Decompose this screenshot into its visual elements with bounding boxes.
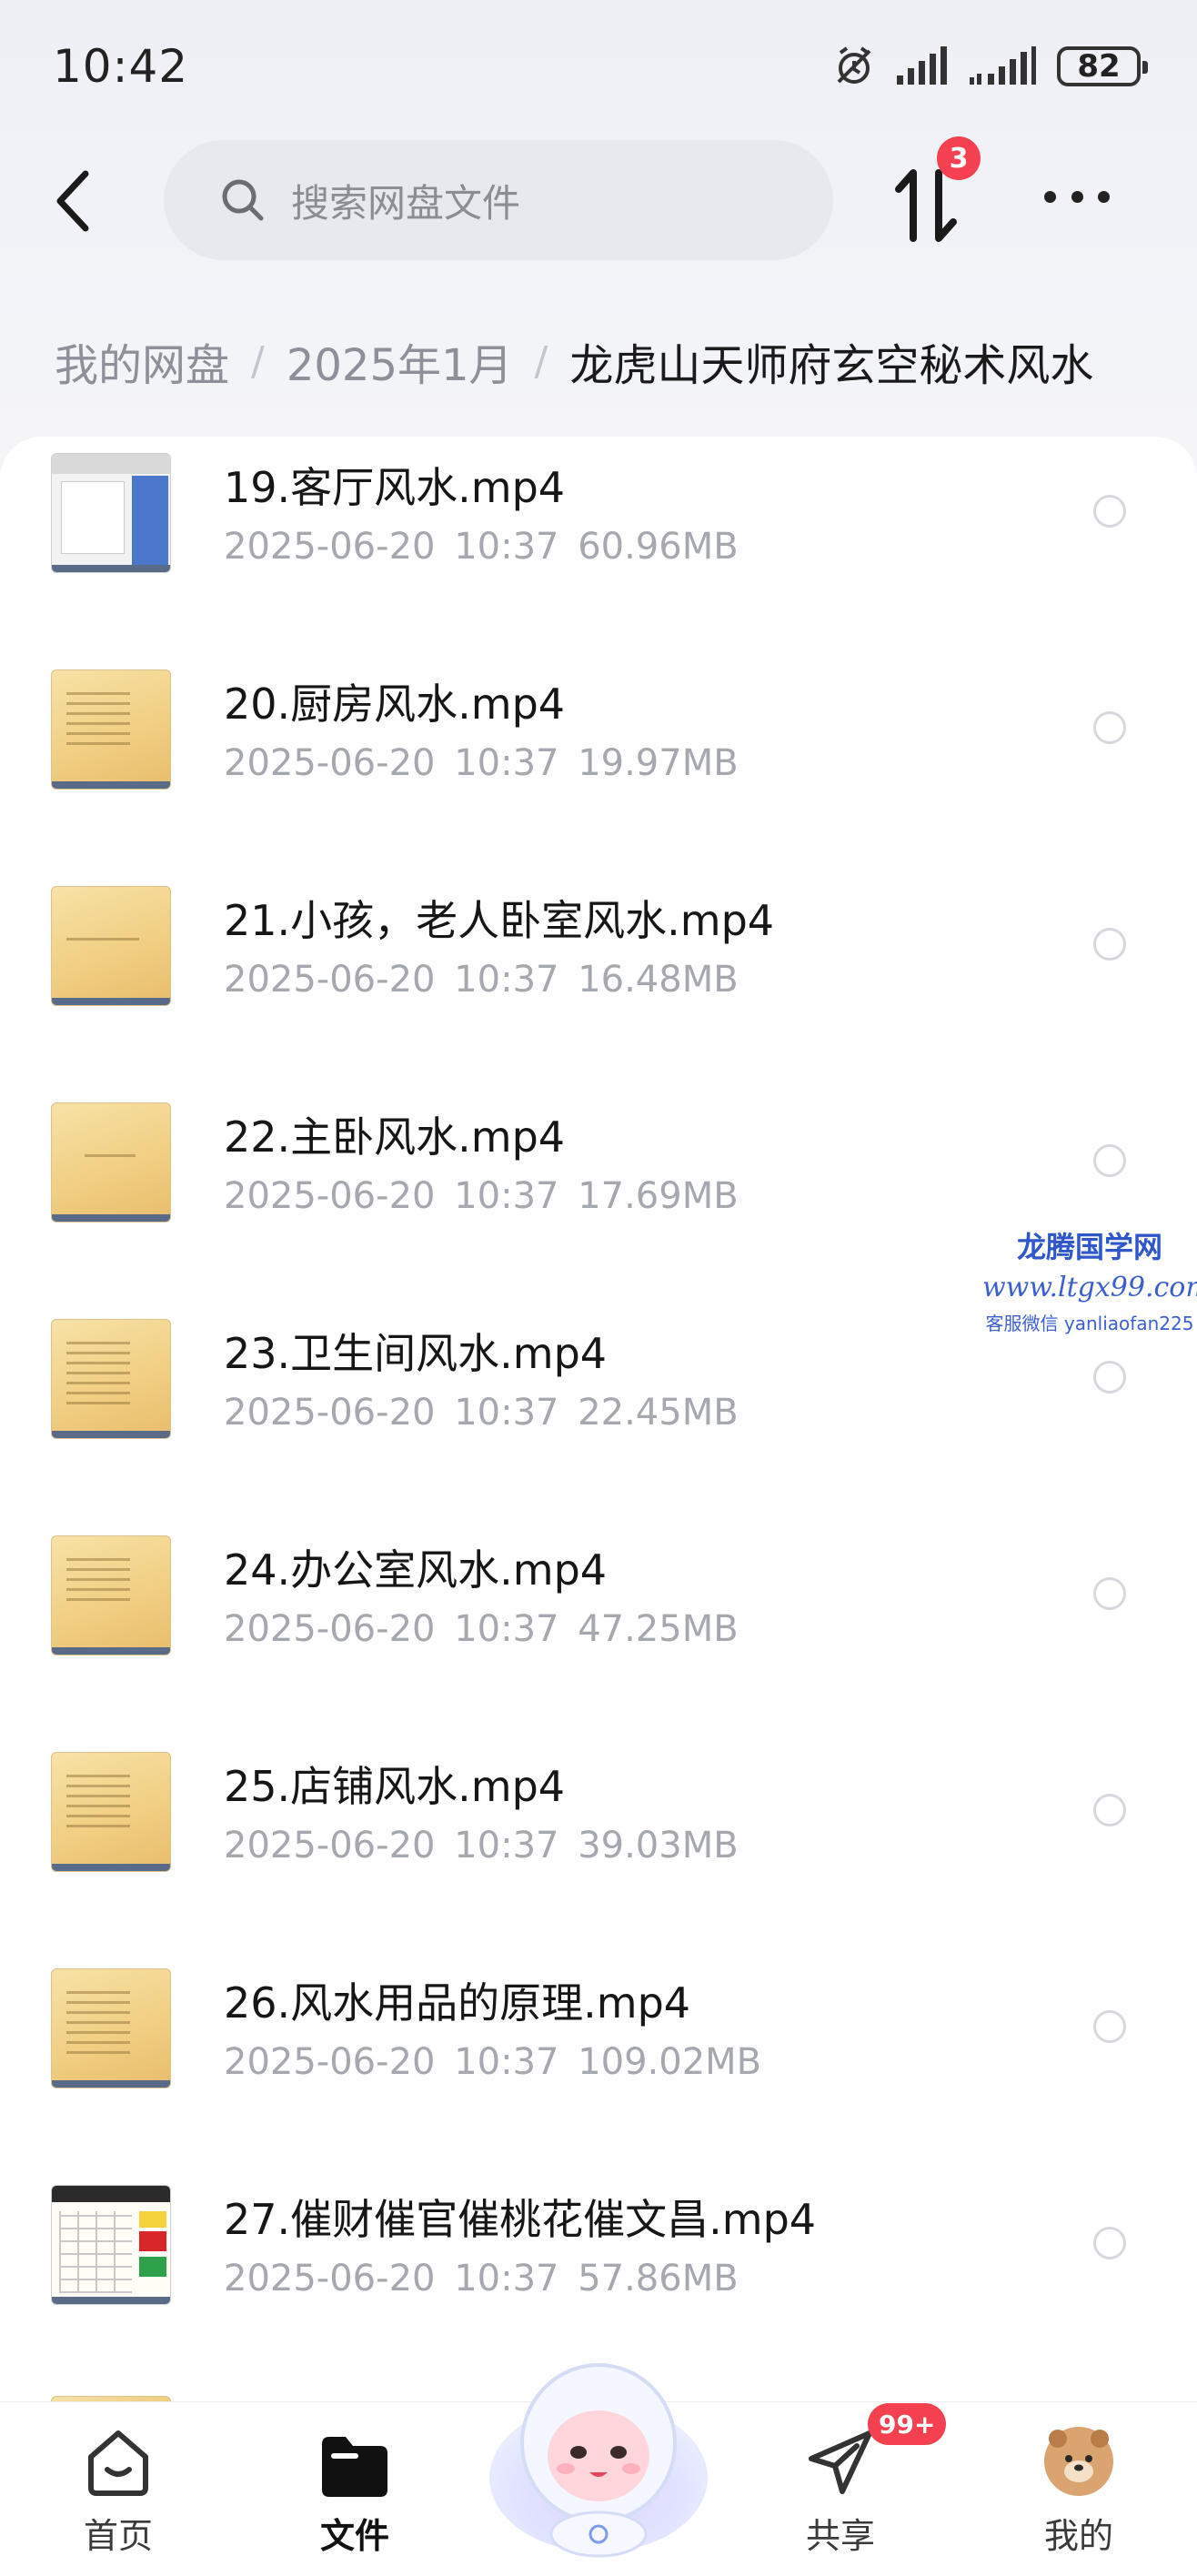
watermark-title: 龙腾国学网 bbox=[1016, 1230, 1162, 1264]
status-icons: 82 bbox=[833, 45, 1148, 87]
file-name: 25.店铺风水.mp4 bbox=[224, 1762, 566, 1811]
watermark-contact: 客服微信 yanliaofan225 bbox=[985, 1313, 1194, 1334]
file-meta: 2025-06-20 10:37 19.97MB bbox=[224, 742, 739, 784]
video-thumbnail bbox=[51, 1968, 171, 2088]
file-meta: 2025-06-20 10:37 22.45MB bbox=[224, 1392, 739, 1434]
nav-item-home[interactable]: 首页 bbox=[45, 2424, 191, 2558]
app-screen: 10:42 82 搜索网盘文件 3 我的网盘 / 2025年1月 / 龙虎山天师… bbox=[0, 0, 1197, 2576]
breadcrumb-item-folder[interactable]: 2025年1月 bbox=[287, 329, 513, 393]
header: 搜索网盘文件 3 bbox=[0, 136, 1197, 264]
video-thumbnail bbox=[51, 1102, 171, 1223]
file-row[interactable]: 24.办公室风水.mp4 2025-06-20 10:37 47.25MB bbox=[0, 1519, 1197, 1736]
more-dot-icon bbox=[1071, 190, 1083, 203]
file-meta: 2025-06-20 10:37 17.69MB bbox=[224, 1175, 739, 1217]
status-bar: 10:42 82 bbox=[0, 0, 1197, 146]
select-checkbox[interactable] bbox=[1093, 2010, 1126, 2043]
select-checkbox[interactable] bbox=[1093, 711, 1126, 744]
video-thumbnail bbox=[51, 1752, 171, 1872]
more-options-button[interactable] bbox=[1044, 178, 1110, 215]
home-icon bbox=[88, 2430, 148, 2496]
video-thumbnail bbox=[51, 453, 171, 573]
watermark-url: www.ltgx99.com bbox=[982, 1272, 1197, 1303]
file-name: 27.催财催官催桃花催文昌.mp4 bbox=[224, 2195, 817, 2244]
file-name: 21.小孩，老人卧室风水.mp4 bbox=[224, 896, 775, 945]
nav-item-me[interactable]: 我的 bbox=[1006, 2424, 1152, 2558]
file-row[interactable]: 19.客厅风水.mp4 2025-06-20 10:37 60.96MB bbox=[0, 437, 1197, 653]
file-meta: 2025-06-20 10:37 39.03MB bbox=[224, 1825, 739, 1867]
select-checkbox[interactable] bbox=[1093, 2227, 1126, 2259]
file-name: 20.厨房风水.mp4 bbox=[224, 679, 566, 729]
breadcrumb-item-current: 龙虎山天师府玄空秘术风水 bbox=[569, 340, 1094, 391]
select-checkbox[interactable] bbox=[1093, 928, 1126, 961]
breadcrumb-separator: / bbox=[251, 337, 265, 385]
nav-label-me: 我的 bbox=[1043, 2516, 1113, 2556]
signal-icon bbox=[895, 46, 948, 86]
video-thumbnail bbox=[51, 2185, 171, 2305]
video-thumbnail bbox=[51, 669, 171, 790]
paper-plane-icon bbox=[809, 2430, 872, 2494]
select-checkbox[interactable] bbox=[1093, 495, 1126, 528]
more-dot-icon bbox=[1098, 190, 1110, 203]
nav-label-share: 共享 bbox=[805, 2516, 875, 2556]
file-meta: 2025-06-20 10:37 57.86MB bbox=[224, 2258, 739, 2299]
breadcrumb: 我的网盘 / 2025年1月 / 龙虎山天师府玄空秘术风水 bbox=[55, 329, 1093, 393]
file-meta: 2025-06-20 10:37 109.02MB bbox=[224, 2041, 762, 2083]
file-row[interactable]: 21.小孩，老人卧室风水.mp4 2025-06-20 10:37 16.48M… bbox=[0, 870, 1197, 1086]
battery-indicator: 82 bbox=[1057, 46, 1148, 86]
folder-icon bbox=[322, 2437, 387, 2497]
back-button[interactable] bbox=[45, 169, 100, 233]
select-checkbox[interactable] bbox=[1093, 1577, 1126, 1610]
signal-icon-secondary bbox=[968, 46, 1037, 86]
assistant-mascot-button[interactable] bbox=[482, 2341, 715, 2560]
search-icon bbox=[222, 179, 264, 221]
file-row[interactable]: 26.风水用品的原理.mp4 2025-06-20 10:37 109.02MB bbox=[0, 1952, 1197, 2168]
file-name: 19.客厅风水.mp4 bbox=[224, 463, 566, 512]
file-name: 22.主卧风水.mp4 bbox=[224, 1112, 566, 1162]
back-arrow-icon bbox=[56, 170, 89, 232]
file-name: 26.风水用品的原理.mp4 bbox=[224, 1978, 691, 2028]
file-list: 19.客厅风水.mp4 2025-06-20 10:37 60.96MB 20.… bbox=[0, 437, 1197, 2401]
select-checkbox[interactable] bbox=[1093, 1144, 1126, 1177]
file-row[interactable]: 20.厨房风水.mp4 2025-06-20 10:37 19.97MB bbox=[0, 653, 1197, 870]
file-meta: 2025-06-20 10:37 16.48MB bbox=[224, 959, 739, 1001]
search-input[interactable]: 搜索网盘文件 bbox=[164, 140, 833, 260]
file-meta: 2025-06-20 10:37 60.96MB bbox=[224, 526, 739, 568]
file-name: 24.办公室风水.mp4 bbox=[224, 1545, 608, 1595]
watermark: 龙腾国学网 www.ltgx99.com 客服微信 yanliaofan225 bbox=[982, 1224, 1197, 1335]
search-placeholder: 搜索网盘文件 bbox=[291, 180, 521, 226]
breadcrumb-separator: / bbox=[534, 337, 548, 385]
select-checkbox[interactable] bbox=[1093, 1361, 1126, 1394]
breadcrumb-item-root[interactable]: 我的网盘 bbox=[55, 329, 229, 393]
select-checkbox[interactable] bbox=[1093, 1794, 1126, 1826]
nav-label-files: 文件 bbox=[319, 2516, 389, 2556]
share-badge: 99+ bbox=[868, 2403, 947, 2445]
file-row[interactable]: 25.店铺风水.mp4 2025-06-20 10:37 39.03MB bbox=[0, 1736, 1197, 1952]
video-thumbnail bbox=[51, 1535, 171, 1655]
video-thumbnail bbox=[51, 886, 171, 1006]
video-thumbnail bbox=[51, 1319, 171, 1439]
status-time: 10:42 bbox=[53, 40, 189, 93]
more-dot-icon bbox=[1044, 190, 1056, 203]
alarm-icon bbox=[833, 45, 875, 87]
nav-item-files[interactable]: 文件 bbox=[282, 2424, 428, 2558]
transfer-badge: 3 bbox=[937, 136, 981, 180]
mascot-icon bbox=[489, 2363, 708, 2558]
file-meta: 2025-06-20 10:37 47.25MB bbox=[224, 1608, 739, 1650]
file-name: 23.卫生间风水.mp4 bbox=[224, 1329, 608, 1378]
nav-label-home: 首页 bbox=[83, 2516, 153, 2556]
avatar-icon bbox=[1044, 2427, 1113, 2496]
